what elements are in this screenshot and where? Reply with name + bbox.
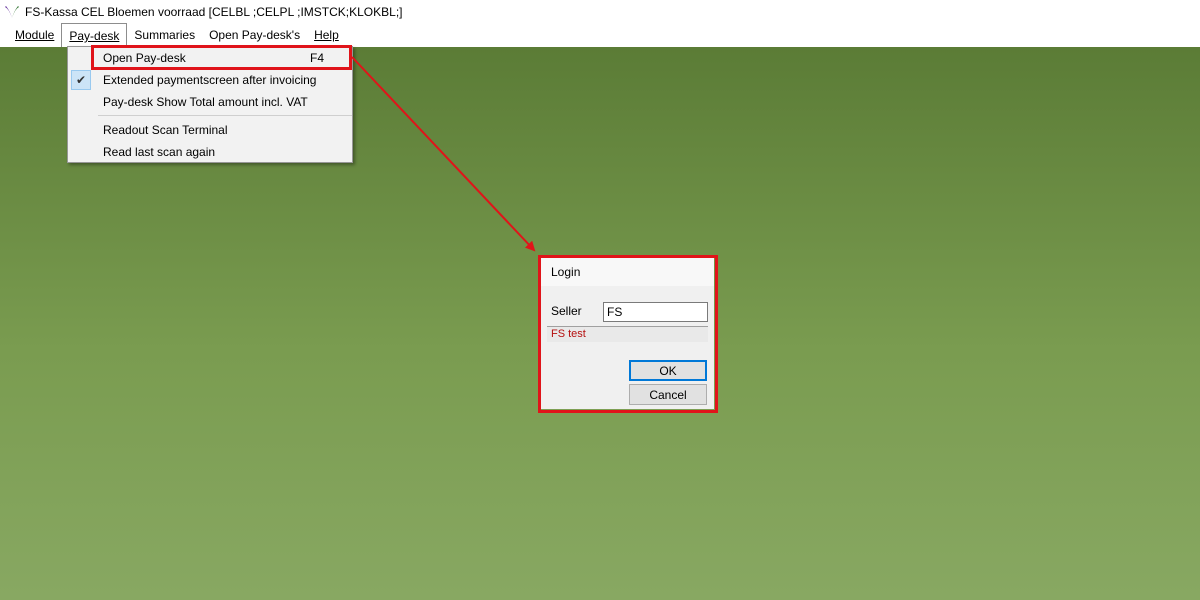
pay-desk-dropdown-menu: Open Pay-desk F4 ✔ Extended paymentscree… bbox=[67, 46, 353, 163]
menu-item-readout-scan-terminal[interactable]: Readout Scan Terminal bbox=[69, 119, 351, 141]
menu-help-label: Help bbox=[314, 28, 339, 42]
login-dialog: Login Seller FS test OK Cancel bbox=[541, 258, 714, 409]
menu-pay-desk[interactable]: Pay-desk bbox=[61, 23, 128, 48]
seller-label: Seller bbox=[551, 304, 582, 318]
menu-item-readout-scan-terminal-label: Readout Scan Terminal bbox=[103, 123, 228, 137]
menu-item-open-pay-desk[interactable]: Open Pay-desk F4 bbox=[69, 47, 351, 69]
menu-module[interactable]: Module bbox=[8, 23, 61, 47]
menu-item-read-last-scan[interactable]: Read last scan again bbox=[69, 141, 351, 163]
status-text: FS test bbox=[547, 326, 708, 342]
cancel-button[interactable]: Cancel bbox=[629, 384, 707, 405]
menu-item-show-total-incl-vat[interactable]: Pay-desk Show Total amount incl. VAT bbox=[69, 91, 351, 113]
menu-item-open-pay-desk-label: Open Pay-desk bbox=[103, 51, 186, 65]
menu-separator bbox=[98, 115, 352, 116]
fs-kassa-logo-icon bbox=[5, 5, 19, 18]
menu-open-pay-desks-label: Open Pay-desk's bbox=[209, 28, 301, 42]
window-title: FS-Kassa CEL Bloemen voorraad [CELBL ;CE… bbox=[25, 4, 403, 19]
menu-item-extended-paymentscreen-label: Extended paymentscreen after invoicing bbox=[103, 73, 317, 87]
menu-pay-desk-label: Pay-desk bbox=[69, 29, 120, 43]
menu-item-show-total-incl-vat-label: Pay-desk Show Total amount incl. VAT bbox=[103, 95, 308, 109]
menu-item-read-last-scan-label: Read last scan again bbox=[103, 145, 216, 159]
menu-item-extended-paymentscreen[interactable]: ✔ Extended paymentscreen after invoicing bbox=[69, 69, 351, 91]
login-dialog-title: Login bbox=[541, 258, 714, 286]
ok-button[interactable]: OK bbox=[629, 360, 707, 381]
menu-bar: Module Pay-desk Summaries Open Pay-desk'… bbox=[0, 23, 1200, 48]
menu-summaries-label: Summaries bbox=[134, 28, 196, 42]
menu-summaries[interactable]: Summaries bbox=[127, 23, 202, 47]
menu-open-pay-desks[interactable]: Open Pay-desk's bbox=[202, 23, 307, 47]
menu-item-open-pay-desk-shortcut: F4 bbox=[310, 51, 325, 65]
menu-module-label: Module bbox=[15, 28, 55, 42]
checkmark-icon: ✔ bbox=[71, 70, 91, 90]
seller-input[interactable] bbox=[603, 302, 708, 322]
menu-help[interactable]: Help bbox=[307, 23, 346, 47]
title-bar: FS-Kassa CEL Bloemen voorraad [CELBL ;CE… bbox=[0, 0, 1200, 23]
